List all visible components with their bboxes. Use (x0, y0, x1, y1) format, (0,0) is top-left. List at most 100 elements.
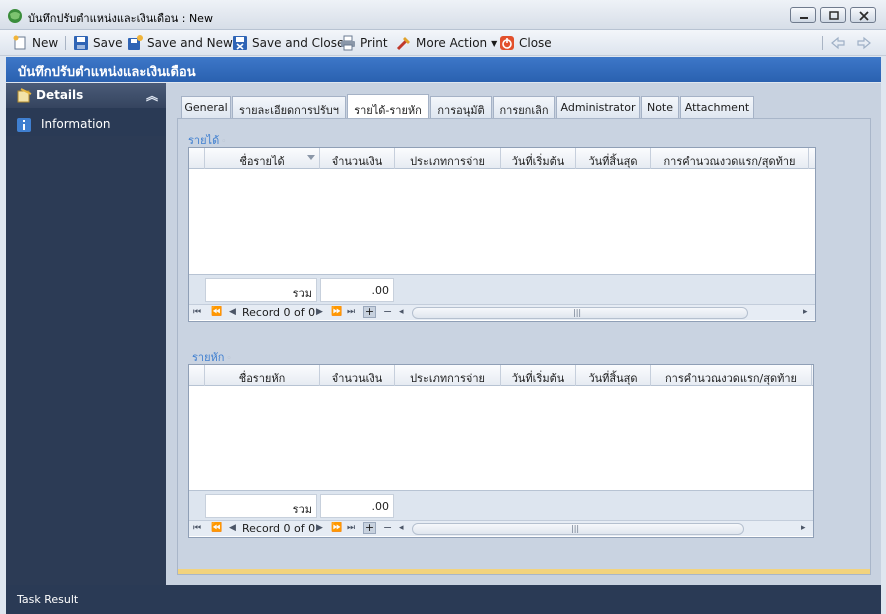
next-record-icon[interactable]: ▶ (316, 307, 323, 317)
print-label: Print (360, 36, 388, 50)
next-record-icon[interactable]: ▶ (316, 523, 323, 533)
scroll-left-icon[interactable]: ◂ (399, 523, 404, 533)
col-end-date[interactable]: วันที่สิ้นสุด (576, 148, 651, 169)
sidebar: Details ︽ Information (6, 83, 166, 585)
save-and-close-icon (233, 36, 247, 50)
sort-arrow-icon[interactable] (307, 155, 315, 160)
back-arrow-icon[interactable] (830, 36, 846, 50)
income-record-navigator: ⏮ ⏪ ◀ Record 0 of 0 ▶ ⏩ ⏭ + − ◂ ||| ▸ (189, 304, 815, 320)
deduction-group-text: รายหัก (192, 351, 225, 364)
prev-record-icon[interactable]: ◀ (229, 523, 236, 533)
save-disk-icon (74, 36, 88, 50)
first-record-icon[interactable]: ⏮ (193, 307, 201, 317)
tab-panel: รายได้ ◦ ชื่อรายได้ จำนวนเงิน ประเภทการจ่… (177, 118, 871, 575)
horizontal-scrollbar[interactable]: ||| (412, 307, 748, 319)
more-action-dropdown[interactable]: More Action ▼ (396, 34, 497, 52)
col-deduction-name[interactable]: ชื่อรายหัก (205, 365, 320, 386)
scroll-right-icon[interactable]: ▸ (801, 523, 806, 533)
notebook-icon (17, 88, 32, 103)
col-calc-first-last[interactable]: การคำนวณงวดแรก/สุดท้าย (651, 365, 812, 386)
task-result-bar[interactable]: Task Result (6, 585, 881, 614)
toolbar-separator (822, 36, 823, 50)
minimize-button[interactable] (790, 7, 816, 23)
print-button[interactable]: Print (340, 34, 388, 52)
next-page-icon[interactable]: ⏩ (331, 523, 342, 533)
deduction-grid-header: ชื่อรายหัก จำนวนเงิน ประเภทการจ่าย วันที… (189, 365, 813, 386)
horizontal-scrollbar[interactable]: ||| (412, 523, 744, 535)
toolbar-separator (65, 36, 66, 50)
record-count: Record 0 of 0 (242, 522, 316, 535)
last-record-icon[interactable]: ⏭ (347, 307, 355, 317)
prev-page-icon[interactable]: ⏪ (211, 523, 222, 533)
add-record-button[interactable]: + (363, 522, 376, 534)
next-page-icon[interactable]: ⏩ (331, 307, 342, 317)
col-calc-first-last[interactable]: การคำนวณงวดแรก/สุดท้าย (651, 148, 809, 169)
more-action-label: More Action (416, 36, 488, 50)
income-total-label: รวม (205, 278, 317, 302)
col-amount[interactable]: จำนวนเงิน (320, 365, 395, 386)
row-indicator-header (189, 148, 205, 169)
save-and-close-label: Save and Close (252, 36, 345, 50)
maximize-button[interactable] (820, 7, 846, 23)
title-bar: บันทึกปรับตำแหน่งและเงินเดือน : New (0, 0, 886, 30)
prev-record-icon[interactable]: ◀ (229, 307, 236, 317)
tab-income-deduction[interactable]: รายได้-รายหัก (347, 94, 429, 118)
tab-note[interactable]: Note (641, 96, 679, 118)
main-content: General รายละเอียดการปรับฯ รายได้-รายหัก… (166, 83, 881, 585)
tab-adjustment-details[interactable]: รายละเอียดการปรับฯ (232, 96, 346, 118)
prev-page-icon[interactable]: ⏪ (211, 307, 222, 317)
close-button[interactable]: Close (499, 34, 552, 52)
col-payment-type[interactable]: ประเภทการจ่าย (395, 365, 501, 386)
save-button[interactable]: Save (73, 34, 122, 52)
group-dots: ◦ (226, 354, 232, 364)
last-record-icon[interactable]: ⏭ (347, 523, 355, 533)
window-title: บันทึกปรับตำแหน่งและเงินเดือน : New (28, 12, 213, 25)
close-label: Close (519, 36, 552, 50)
col-end-date[interactable]: วันที่สิ้นสุด (576, 365, 651, 386)
col-label: ชื่อรายได้ (239, 155, 285, 168)
collapse-chevron-icon[interactable]: ︽ (146, 87, 158, 104)
page-title: บันทึกปรับตำแหน่งและเงินเดือน (18, 65, 196, 80)
new-document-icon (13, 35, 26, 50)
col-payment-type[interactable]: ประเภทการจ่าย (395, 148, 501, 169)
deduction-record-navigator: ⏮ ⏪ ◀ Record 0 of 0 ▶ ⏩ ⏭ + − ◂ ||| ▸ (189, 520, 813, 536)
save-and-new-label: Save and New (147, 36, 233, 50)
new-button[interactable]: New (12, 34, 58, 52)
scroll-grip-icon: ||| (571, 524, 580, 533)
income-grid-footer: รวม .00 (189, 274, 815, 304)
forward-arrow-icon[interactable] (856, 36, 872, 50)
sidebar-group-details[interactable]: Details ︽ (6, 83, 166, 108)
remove-record-button[interactable]: − (383, 305, 392, 318)
tab-general[interactable]: General (181, 96, 231, 118)
save-and-close-button[interactable]: Save and Close (232, 34, 344, 52)
add-record-button[interactable]: + (363, 306, 376, 318)
tools-icon (396, 37, 410, 51)
col-start-date[interactable]: วันที่เริ่มต้น (501, 148, 576, 169)
save-button-label: Save (93, 36, 123, 50)
scroll-left-icon[interactable]: ◂ (399, 307, 404, 317)
col-income-name[interactable]: ชื่อรายได้ (205, 148, 320, 169)
col-start-date[interactable]: วันที่เริ่มต้น (501, 365, 576, 386)
tab-administrator[interactable]: Administrator (556, 96, 640, 118)
scroll-grip-icon: ||| (573, 308, 582, 317)
tab-attachment[interactable]: Attachment (680, 96, 754, 118)
scroll-right-icon[interactable]: ▸ (803, 307, 808, 317)
income-grid: ชื่อรายได้ จำนวนเงิน ประเภทการจ่าย วันที… (188, 147, 816, 322)
page-header: บันทึกปรับตำแหน่งและเงินเดือน (6, 57, 881, 82)
info-icon (17, 118, 31, 132)
window-close-button[interactable] (850, 7, 876, 23)
power-close-icon (500, 36, 514, 50)
tab-cancellation[interactable]: การยกเลิก (493, 96, 555, 118)
chevron-down-icon: ▼ (491, 38, 498, 48)
col-amount[interactable]: จำนวนเงิน (320, 148, 395, 169)
maximize-icon (829, 11, 839, 20)
save-and-new-button[interactable]: Save and New (127, 34, 233, 52)
remove-record-button[interactable]: − (383, 521, 392, 534)
first-record-icon[interactable]: ⏮ (193, 523, 201, 533)
tab-approval[interactable]: การอนุมัติ (430, 96, 492, 118)
record-count: Record 0 of 0 (242, 306, 316, 319)
sidebar-item-label: Information (41, 117, 111, 131)
sidebar-item-information[interactable]: Information (6, 108, 166, 136)
toolbar: New Save Save and New Save and Close Pri… (0, 30, 886, 56)
row-indicator-header (189, 365, 205, 386)
